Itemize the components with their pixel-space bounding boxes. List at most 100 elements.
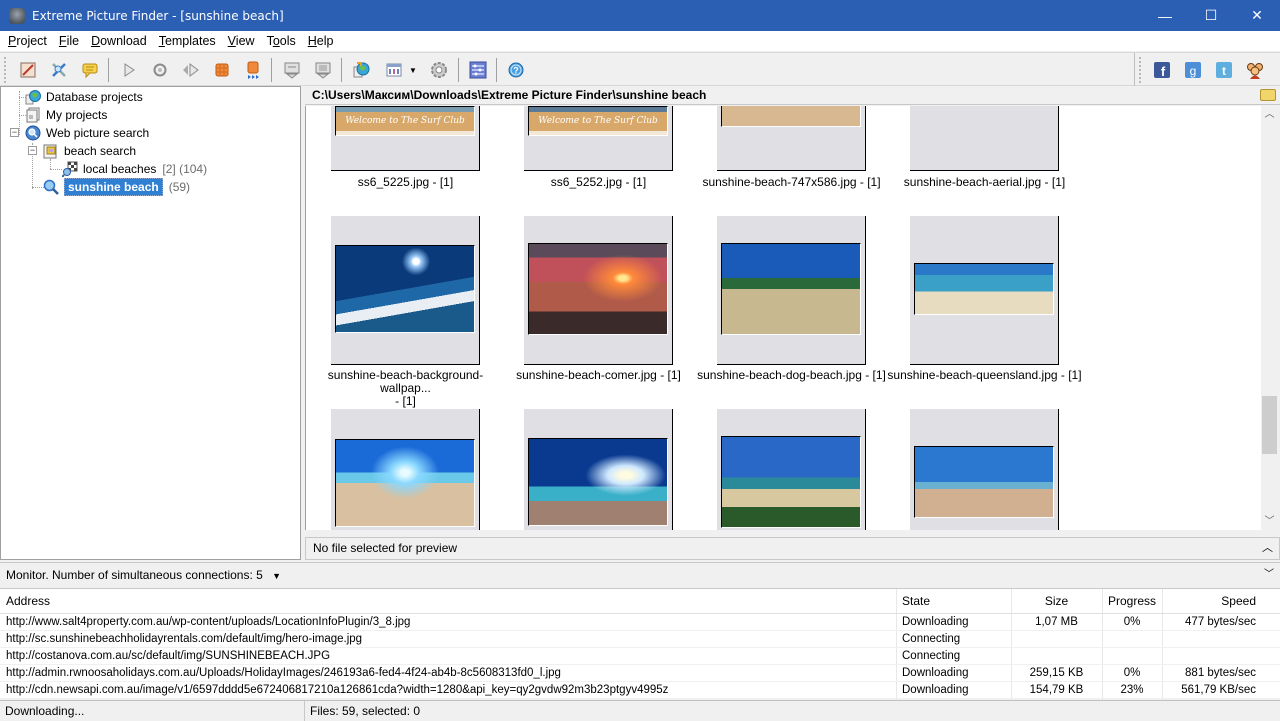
toolbar-separator <box>341 58 342 82</box>
tree-collapse-toggle[interactable]: − <box>10 128 19 137</box>
expand-preview-icon[interactable]: ︿ <box>1262 538 1273 559</box>
download-all-button[interactable] <box>312 59 334 81</box>
gallery-scrollbar[interactable]: ︿ ﹀ <box>1261 106 1278 530</box>
table-row[interactable]: http://cdn.newsapi.com.au/image/v1/6597d… <box>0 682 1280 699</box>
toolbar-grip[interactable] <box>4 57 6 83</box>
twitter-button[interactable]: t <box>1213 59 1235 81</box>
toolbar: ▼ ? f g t <box>0 52 1280 86</box>
surf-sign-text: Welcome to The Surf Club <box>345 116 465 126</box>
menu-help[interactable]: Help <box>302 34 340 48</box>
close-icon: ✕ <box>1251 7 1263 23</box>
column-header-progress[interactable]: Progress <box>1102 589 1162 613</box>
thumbnail-frame <box>524 409 673 530</box>
maximize-button[interactable]: ☐ <box>1188 0 1234 31</box>
thumbnail-frame: Welcome to The Surf Club <box>331 106 480 171</box>
start-button[interactable] <box>118 59 140 81</box>
tree-item-beach-search[interactable]: beach search <box>43 142 136 160</box>
svg-text:?: ? <box>513 66 519 76</box>
tree-item-local-beaches[interactable]: local beaches [2] (104) <box>62 160 207 178</box>
maximize-icon: ☐ <box>1204 7 1218 23</box>
tree-item-database-projects[interactable]: Database projects <box>25 88 143 106</box>
my-projects-icon <box>26 107 40 123</box>
thumbnail-caption: ss6_5252.jpg - [1] <box>550 175 647 189</box>
view-dropdown-button[interactable]: ▼ <box>406 59 420 81</box>
edit-project-button[interactable] <box>17 59 39 81</box>
facebook-button[interactable]: f <box>1151 59 1173 81</box>
help-button[interactable]: ? <box>505 59 527 81</box>
menu-accel: D <box>91 34 101 48</box>
menu-project[interactable]: Project <box>2 34 53 48</box>
stop-icon <box>215 63 229 77</box>
tree-item-count: (59) <box>168 180 191 194</box>
tree-item-label: Database projects <box>46 90 143 104</box>
settings-icon <box>431 62 447 78</box>
table-row[interactable]: http://www.salt4property.com.au/wp-conte… <box>0 614 1280 631</box>
progress-cell: 0% <box>1123 667 1141 679</box>
project-folder-icon <box>43 144 57 159</box>
column-header-speed[interactable]: Speed <box>1162 589 1262 613</box>
table-row[interactable]: http://admin.rwnoosaholidays.com.au/Uplo… <box>0 665 1280 682</box>
step-icon <box>183 63 199 77</box>
minimize-button[interactable]: — <box>1142 0 1188 31</box>
search-settings-icon <box>52 63 66 77</box>
download-selected-button[interactable] <box>281 59 303 81</box>
menu-file[interactable]: File <box>53 34 85 48</box>
tree-item-web-picture-search[interactable]: Web picture search <box>25 124 149 142</box>
column-header-state[interactable]: State <box>896 589 1011 613</box>
thumbnail-frame <box>331 409 480 530</box>
menu-view[interactable]: View <box>222 34 261 48</box>
table-row[interactable]: http://costanova.com.au/sc/default/img/S… <box>0 648 1280 665</box>
tree-item-label: My projects <box>46 108 108 122</box>
table-row[interactable]: http://sc.sunshinebeachholidayrentals.co… <box>0 631 1280 648</box>
progress-cell: 23% <box>1120 684 1144 696</box>
thumbnail-frame <box>717 409 866 530</box>
thumbnail-frame <box>910 106 1059 171</box>
close-button[interactable]: ✕ <box>1234 0 1280 31</box>
thumbnail-caption: sunshine-beach-dog-beach.jpg - [1] <box>697 368 886 382</box>
scroll-up-icon[interactable]: ︿ <box>1261 106 1278 123</box>
thumbnail-image <box>914 263 1054 315</box>
community-button[interactable] <box>1244 59 1266 81</box>
refresh-button[interactable] <box>149 59 171 81</box>
file-count-status: Files: 59, selected: 0 <box>304 701 420 721</box>
menu-tools[interactable]: Tools <box>261 34 302 48</box>
tree-collapse-toggle[interactable]: − <box>28 146 37 155</box>
project-tree: − − Database projects My projects Web pi… <box>0 86 301 560</box>
stop-all-button[interactable] <box>242 59 264 81</box>
stop-all-icon <box>247 61 259 79</box>
tree-item-my-projects[interactable]: My projects <box>25 106 107 124</box>
size-cell: 154,79 KB <box>1029 684 1084 696</box>
thumbnail-caption: sunshine-beach-queensland.jpg - [1] <box>887 368 1082 382</box>
thumbnail-frame <box>910 216 1059 365</box>
connections-dropdown-icon[interactable]: ▼ <box>272 571 281 581</box>
toolbar-separator <box>271 58 272 82</box>
scrollbar-thumb[interactable] <box>1262 396 1277 454</box>
speed-cell <box>1162 631 1262 648</box>
web-search-button[interactable] <box>350 59 372 81</box>
open-folder-icon[interactable] <box>1260 89 1276 101</box>
queue-button[interactable] <box>467 59 489 81</box>
search-settings-button[interactable] <box>48 59 70 81</box>
comment-button[interactable] <box>79 59 101 81</box>
google-plus-button[interactable]: g <box>1182 59 1204 81</box>
view-mode-button[interactable] <box>383 59 405 81</box>
column-header-address[interactable]: Address <box>0 589 896 613</box>
status-bar: Downloading... Files: 59, selected: 0 <box>0 700 1280 721</box>
speed-cell <box>1162 648 1262 665</box>
menu-templates[interactable]: Templates <box>153 34 222 48</box>
toolbar-grip[interactable] <box>1139 57 1141 83</box>
thumbnail-image <box>335 439 475 527</box>
collapse-monitor-icon[interactable]: ﹀ <box>1264 563 1274 587</box>
settings-button[interactable] <box>428 59 450 81</box>
step-button[interactable] <box>180 59 202 81</box>
scroll-down-icon[interactable]: ﹀ <box>1261 513 1278 530</box>
speed-cell: 881 bytes/sec <box>1185 667 1256 679</box>
menu-download[interactable]: Download <box>85 34 153 48</box>
column-header-size[interactable]: Size <box>1011 589 1102 613</box>
menu-label: roject <box>16 34 47 48</box>
stop-button[interactable] <box>211 59 233 81</box>
menu-label: ownload <box>100 34 147 48</box>
menu-label: iew <box>235 34 255 48</box>
social-toolbar: f g t <box>1134 53 1280 86</box>
tree-item-sunshine-beach[interactable]: sunshine beach (59) <box>43 178 190 196</box>
